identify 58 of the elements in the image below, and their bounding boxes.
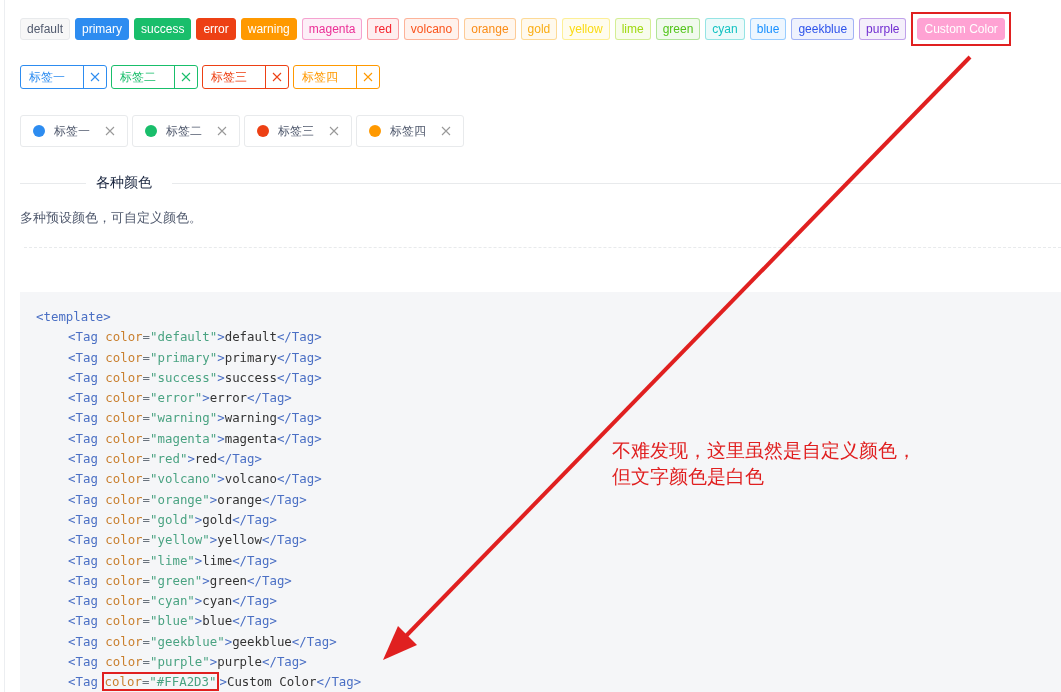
code-line: <Tag color="cyan">cyan</Tag> [67, 592, 277, 611]
code-line: <Tag color="green">green</Tag> [67, 571, 292, 590]
color-tag: geekblue [791, 18, 855, 40]
tag-label: 标签四 [390, 122, 426, 140]
color-tag: orange [464, 18, 516, 40]
code-line: <Tag color="magenta">magenta</Tag> [67, 429, 322, 448]
close-icon[interactable] [217, 126, 227, 136]
close-icon[interactable] [105, 126, 115, 136]
tag-label: 标签一 [54, 122, 90, 140]
code-line: <Tag color="lime">lime</Tag> [67, 551, 277, 570]
code-line: <template> [36, 308, 111, 326]
section-title: 各种颜色 [95, 174, 153, 192]
tag-label: 标签一 [28, 68, 66, 86]
color-tag: volcano [403, 18, 460, 40]
code-line: <Tag color="volcano">volcano</Tag> [67, 470, 322, 489]
color-tag: magenta [301, 18, 363, 40]
tag-label: 标签二 [119, 68, 157, 86]
close-icon[interactable] [363, 72, 373, 82]
color-tag: warning [240, 18, 297, 40]
color-tag: error [196, 18, 236, 40]
color-tag: cyan [705, 18, 745, 40]
code-line: <Tag color="default">default</Tag> [67, 328, 322, 347]
annotation-text: 不难发现，这里虽然是自定义颜色， [612, 438, 916, 463]
section-description: 多种预设颜色，可自定义颜色。 [20, 209, 203, 227]
code-line: <Tag color="success">success</Tag> [67, 368, 322, 387]
close-icon[interactable] [329, 126, 339, 136]
code-line: <Tag color="error">error</Tag> [67, 389, 292, 408]
code-line: <Tag color="yellow">yellow</Tag> [67, 531, 307, 550]
code-line: <Tag color="#FFA2D3" >Custom Color</Tag> [67, 672, 362, 692]
code-line: <Tag color="primary">primary</Tag> [67, 348, 322, 367]
code-line: <Tag color="warning">warning</Tag> [67, 409, 322, 428]
color-tag: success [134, 18, 192, 40]
close-icon[interactable] [441, 126, 451, 136]
close-icon[interactable] [181, 72, 191, 82]
color-tag: gold [520, 18, 558, 40]
color-tag: red [367, 18, 399, 40]
code-line: <Tag color="red">red</Tag> [67, 450, 262, 469]
code-line: <Tag color="gold">gold</Tag> [67, 510, 277, 529]
tag-label: 标签三 [278, 122, 314, 140]
annotation-text: 但文字颜色是白色 [612, 464, 765, 489]
color-tag: green [655, 18, 701, 40]
code-line: <Tag color="orange">orange</Tag> [67, 490, 307, 509]
close-icon[interactable] [272, 72, 282, 82]
color-tag: Custom Color [917, 18, 1005, 40]
color-tag: lime [614, 18, 651, 40]
color-tag: primary [75, 18, 130, 40]
tag-label: 标签二 [166, 122, 202, 140]
tag-label: 标签三 [210, 68, 248, 86]
color-tag: yellow [562, 18, 610, 40]
color-tag: default [20, 18, 71, 40]
tag-label: 标签四 [301, 68, 339, 86]
close-icon[interactable] [90, 72, 100, 82]
code-line: <Tag color="geekblue">geekblue</Tag> [67, 632, 337, 651]
color-tag: blue [749, 18, 787, 40]
code-line: <Tag color="purple">purple</Tag> [67, 653, 307, 672]
highlight-frame: color="#FFA2D3" [101, 672, 220, 692]
code-line: <Tag color="blue">blue</Tag> [67, 612, 277, 631]
color-tag: purple [859, 18, 907, 40]
